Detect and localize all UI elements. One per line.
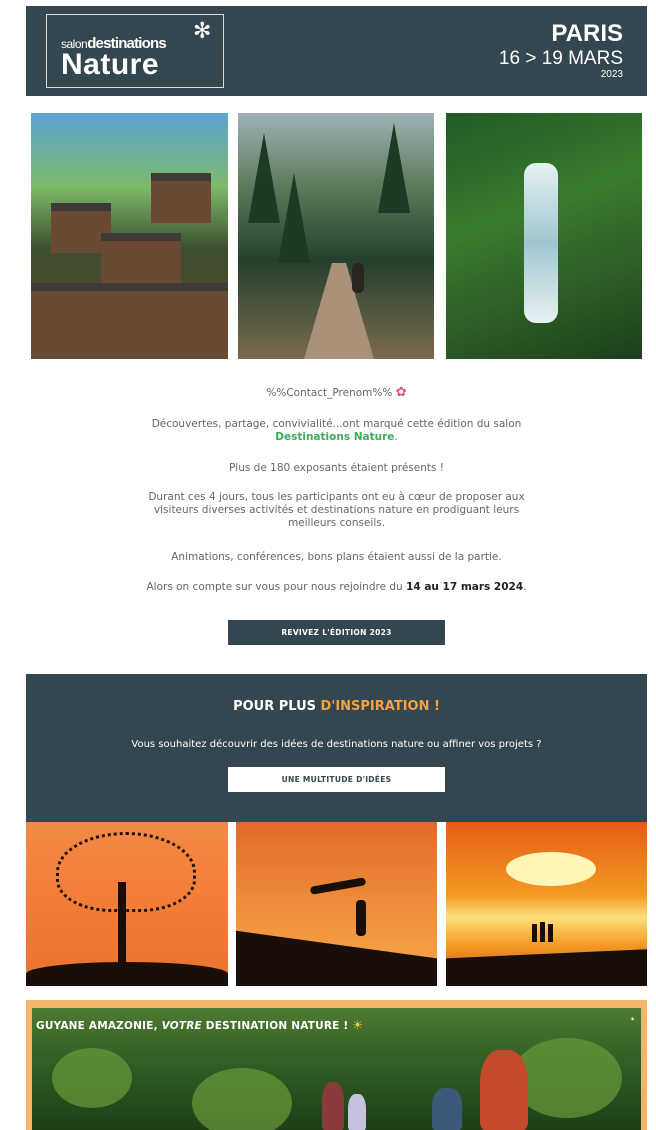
waterfall-shape bbox=[524, 163, 558, 323]
header-bar: ✻ salondestinations Nature PARIS 16 > 19… bbox=[26, 6, 647, 96]
ground-shape bbox=[26, 962, 228, 986]
tree-shape bbox=[378, 123, 410, 213]
paragraph-activities: Durant ces 4 jours, tous les participant… bbox=[148, 491, 525, 529]
salon-link[interactable]: Destinations Nature bbox=[275, 431, 394, 443]
salon-logo[interactable]: ✻ salondestinations Nature bbox=[46, 14, 224, 88]
hiker-shape bbox=[352, 263, 364, 293]
sun-icon: ☀ bbox=[352, 1018, 364, 1032]
ideas-button[interactable]: UNE MULTITUDE D'IDÉES bbox=[228, 767, 445, 792]
photo-sunset-hikers bbox=[446, 822, 647, 986]
branches-shape bbox=[56, 832, 196, 912]
foliage-shape bbox=[192, 1068, 292, 1130]
foliage-shape bbox=[512, 1038, 622, 1118]
person-shape bbox=[540, 922, 545, 942]
paragraph-animations: Animations, conférences, bons plans étai… bbox=[171, 551, 502, 563]
greeting: %%Contact_Prenom%% ✿ bbox=[266, 385, 407, 400]
hiker-shape bbox=[480, 1050, 528, 1130]
relive-edition-button[interactable]: REVIVEZ L'ÉDITION 2023 bbox=[228, 620, 445, 645]
event-year: 2023 bbox=[600, 69, 623, 80]
person-shape bbox=[532, 924, 537, 942]
hiker-shape bbox=[348, 1094, 366, 1130]
photo-tree-silhouette bbox=[26, 822, 228, 986]
foliage-shape bbox=[52, 1048, 132, 1108]
region-logo-icon: ✶ bbox=[629, 1016, 635, 1023]
flower-badge-icon: ✿ bbox=[395, 385, 407, 400]
photo-mountain-village bbox=[31, 113, 228, 359]
person-shape bbox=[548, 924, 553, 942]
paragraph-discoveries: Découvertes, partage, convivialité...ont… bbox=[151, 418, 522, 443]
photo-dancer-silhouette bbox=[236, 822, 437, 986]
hill-shape bbox=[236, 930, 437, 986]
logo-big-text: Nature bbox=[61, 48, 160, 81]
event-dates: 16 > 19 MARS bbox=[498, 48, 623, 69]
paragraph-next-edition: Alors on compte sur vous pour nous rejoi… bbox=[146, 581, 527, 593]
tree-shape bbox=[278, 173, 310, 263]
edelweiss-icon: ✻ bbox=[193, 19, 212, 44]
sun-shape bbox=[506, 852, 596, 886]
inspiration-title: POUR PLUS D'INSPIRATION ! bbox=[233, 699, 440, 714]
photo-waterfall bbox=[446, 113, 642, 359]
hiker-shape bbox=[432, 1088, 462, 1130]
person-shape bbox=[356, 900, 366, 936]
scarf-shape bbox=[309, 877, 367, 895]
hill-shape bbox=[446, 949, 647, 986]
inspiration-section: POUR PLUS D'INSPIRATION ! Vous souhaitez… bbox=[26, 674, 647, 822]
event-city: PARIS bbox=[551, 20, 623, 47]
guyane-banner[interactable]: GUYANE AMAZONIE, VOTRE DESTINATION NATUR… bbox=[32, 1008, 641, 1130]
tree-shape bbox=[248, 133, 280, 223]
house-shape bbox=[151, 173, 211, 223]
paragraph-exhibitors: Plus de 180 exposants étaient présents ! bbox=[228, 462, 445, 474]
banner-title: GUYANE AMAZONIE, VOTRE DESTINATION NATUR… bbox=[36, 1018, 364, 1032]
inspiration-text: Vous souhaitez découvrir des idées de de… bbox=[131, 739, 542, 750]
house-shape bbox=[31, 283, 228, 359]
hiker-shape bbox=[322, 1082, 344, 1130]
photo-forest-hiker bbox=[238, 113, 434, 359]
